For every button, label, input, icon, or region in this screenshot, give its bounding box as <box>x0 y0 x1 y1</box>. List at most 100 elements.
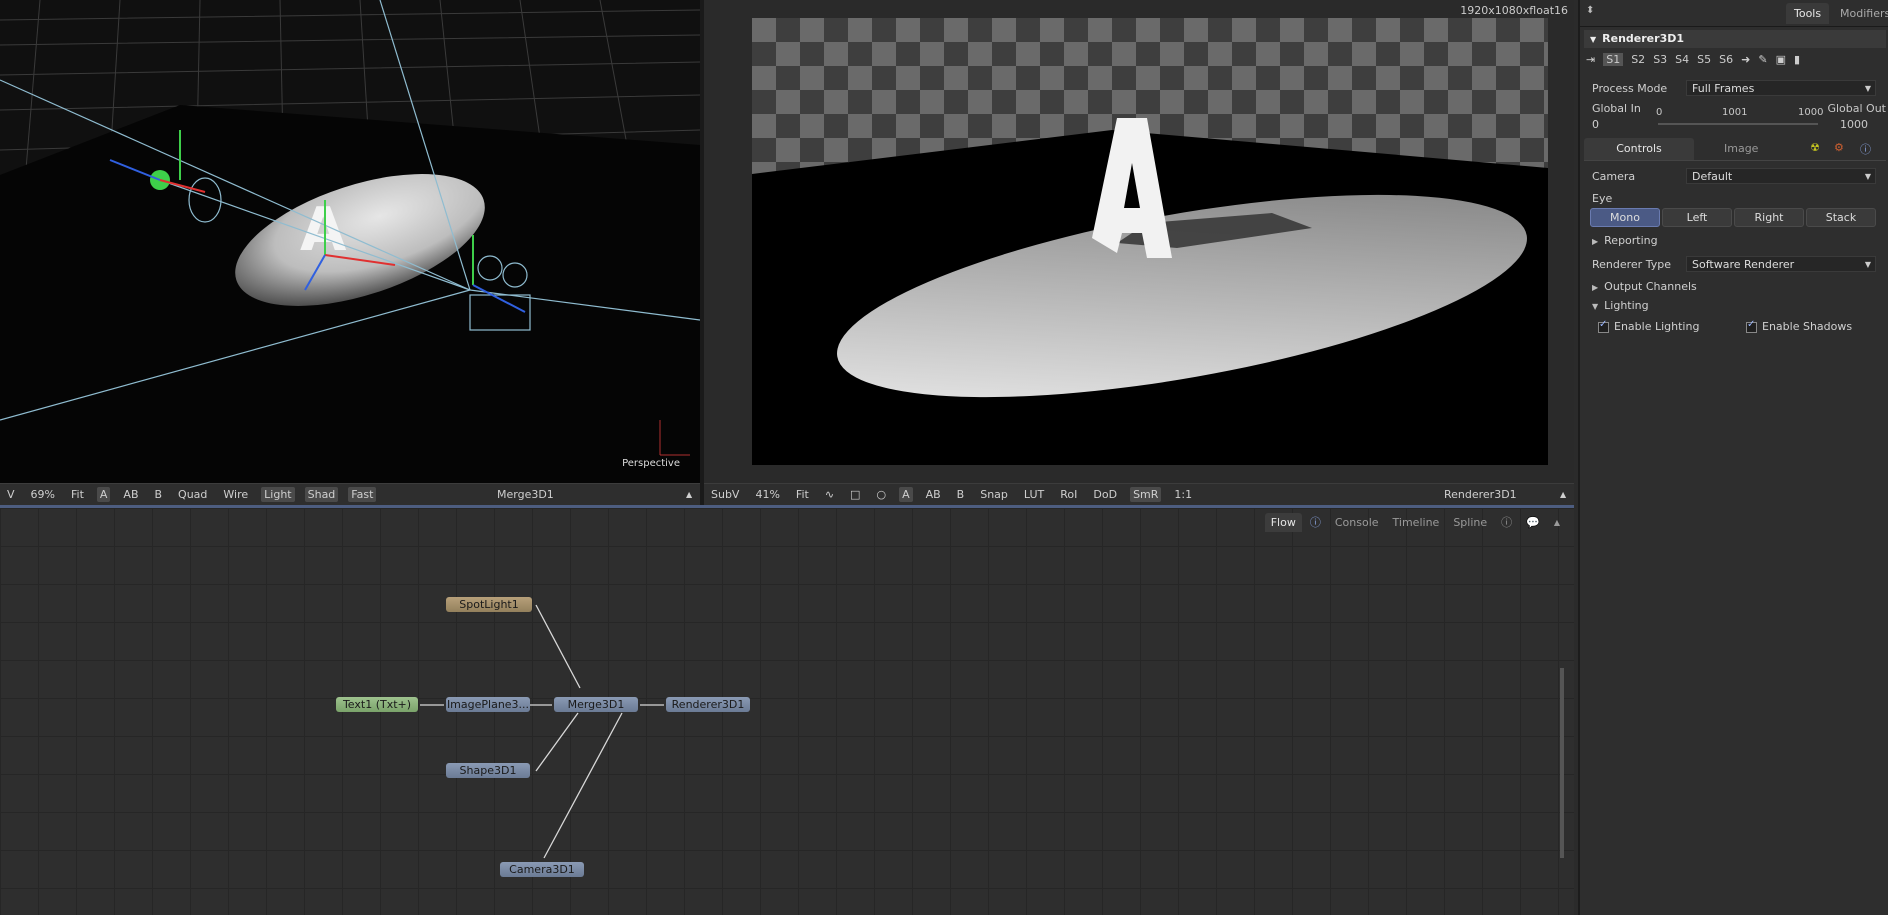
eye-left-button[interactable]: Left <box>1662 208 1732 227</box>
camera-label: Camera <box>1592 170 1636 183</box>
color-icon[interactable]: ▮ <box>1794 53 1800 66</box>
viewer-perspective[interactable]: A Perspective <box>0 0 700 483</box>
global-out-label: Global Out <box>1827 102 1886 115</box>
picker-icon[interactable]: ✎ <box>1758 53 1767 66</box>
pin-icon[interactable]: ⇥ <box>1586 53 1595 66</box>
range-start: 0 <box>1656 107 1663 118</box>
viewer-right-toolbar: SubV 41% Fit ∿ □ ○ A AB B Snap LUT RoI D… <box>704 483 1574 505</box>
quad-button[interactable]: Quad <box>175 487 210 502</box>
eye-right-button[interactable]: Right <box>1734 208 1804 227</box>
buffer-ab-button[interactable]: AB <box>120 487 141 502</box>
rectangle-tool-icon[interactable]: □ <box>847 487 863 502</box>
inspector-panel: ⬍ Tools Modifiers ▼ Renderer3D1 ⇥ S1 S2 S… <box>1578 0 1888 915</box>
viewer-divider[interactable] <box>700 0 704 506</box>
slot-s4[interactable]: S4 <box>1675 53 1689 66</box>
subview-menu[interactable]: V <box>4 487 18 502</box>
checkbox-icon <box>1746 319 1757 333</box>
reporting-label: Reporting <box>1604 234 1658 247</box>
slot-s5[interactable]: S5 <box>1697 53 1711 66</box>
buffer-ab-button[interactable]: AB <box>923 487 944 502</box>
snap-button[interactable]: Snap <box>977 487 1011 502</box>
lighting-label: Lighting <box>1604 299 1649 312</box>
enable-shadows-checkbox[interactable]: Enable Shadows <box>1746 319 1853 333</box>
node-imageplane[interactable]: ImagePlane3... <box>446 697 530 712</box>
output-channels-section[interactable]: ▶ Output Channels <box>1592 280 1697 293</box>
checkbox-icon <box>1598 319 1609 333</box>
flow-scrollbar[interactable] <box>1560 668 1564 858</box>
zoom-level[interactable]: 41% <box>752 487 782 502</box>
viewer-render[interactable]: 1920x1080xfloat16 <box>704 0 1574 483</box>
global-out-value[interactable]: 1000 <box>1840 118 1868 131</box>
tab-controls[interactable]: Controls <box>1584 138 1694 160</box>
node-shape3d[interactable]: Shape3D1 <box>446 763 530 778</box>
flow-connections <box>420 604 664 859</box>
node-spotlight[interactable]: SpotLight1 <box>446 597 532 612</box>
curve-icon[interactable]: ∿ <box>822 487 837 502</box>
tab-modifiers[interactable]: Modifiers <box>1832 3 1888 24</box>
buffer-b-button[interactable]: B <box>152 487 166 502</box>
enable-lighting-checkbox[interactable]: Enable Lighting <box>1598 319 1700 333</box>
panel-scroll-icon[interactable]: ⬍ <box>1586 5 1594 16</box>
svg-text:A: A <box>300 195 347 265</box>
viewer-right-menu-icon[interactable]: ▲ <box>1560 490 1566 499</box>
circle-tool-icon[interactable]: ○ <box>873 487 889 502</box>
settings-icon[interactable]: ⚙ <box>1834 141 1844 154</box>
shad-button[interactable]: Shad <box>304 487 339 502</box>
node-renderer3d[interactable]: Renderer3D1 <box>666 697 750 712</box>
eye-stack-button[interactable]: Stack <box>1806 208 1876 227</box>
renderer-type-dropdown[interactable]: Software Renderer <box>1686 256 1876 273</box>
wire-button[interactable]: Wire <box>220 487 251 502</box>
global-in-value[interactable]: 0 <box>1592 118 1599 131</box>
viewer-left-title: Merge3D1 <box>497 488 554 501</box>
collapse-tool-icon[interactable]: ▼ <box>1590 35 1596 44</box>
eye-label: Eye <box>1592 192 1613 205</box>
tab-image[interactable]: Image <box>1724 138 1758 160</box>
lut-button[interactable]: LUT <box>1021 487 1047 502</box>
range-mid: 1001 <box>1722 107 1748 118</box>
flow-view[interactable]: Flow ⓘ Console Timeline Spline ⓘ 💬 ▲ Spo… <box>0 508 1574 915</box>
eye-mono-button[interactable]: Mono <box>1590 208 1660 227</box>
slot-s1[interactable]: S1 <box>1603 53 1624 66</box>
slot-row: ⇥ S1 S2 S3 S4 S5 S6 ➜ ✎ ▣ ▮ <box>1586 53 1800 66</box>
camera-dropdown[interactable]: Default <box>1686 168 1876 185</box>
slot-s6[interactable]: S6 <box>1719 53 1733 66</box>
fit-button[interactable]: Fit <box>68 487 87 502</box>
enable-shadows-label: Enable Shadows <box>1762 320 1853 333</box>
dod-button[interactable]: DoD <box>1090 487 1120 502</box>
buffer-a-button[interactable]: A <box>96 487 111 502</box>
tool-header[interactable]: ▼ Renderer3D1 <box>1584 30 1886 48</box>
subtab-row: Controls Image ☢ ⚙ ⓘ <box>1584 138 1886 161</box>
renderer-type-label: Renderer Type <box>1592 258 1671 271</box>
range-end: 1000 <box>1798 107 1824 118</box>
viewer-left-toolbar: V 69% Fit A AB B Quad Wire Light Shad Fa… <box>0 483 700 505</box>
buffer-a-button[interactable]: A <box>899 487 913 502</box>
node-merge3d[interactable]: Merge3D1 <box>554 697 638 712</box>
smr-button[interactable]: SmR <box>1130 487 1162 502</box>
one-to-one-button[interactable]: 1:1 <box>1171 487 1195 502</box>
save-icon[interactable]: ▣ <box>1776 53 1786 66</box>
process-mode-label: Process Mode <box>1592 82 1668 95</box>
roi-button[interactable]: RoI <box>1057 487 1080 502</box>
slot-s2[interactable]: S2 <box>1631 53 1645 66</box>
fast-button[interactable]: Fast <box>348 487 377 502</box>
info-icon[interactable]: ⓘ <box>1860 141 1871 157</box>
zoom-level[interactable]: 69% <box>28 487 58 502</box>
light-button[interactable]: Light <box>261 487 295 502</box>
radiation-icon[interactable]: ☢ <box>1810 141 1820 154</box>
buffer-b-button[interactable]: B <box>954 487 968 502</box>
process-mode-dropdown[interactable]: Full Frames <box>1686 80 1876 97</box>
subview-menu[interactable]: SubV <box>708 487 742 502</box>
viewer-left-menu-icon[interactable]: ▲ <box>686 490 692 499</box>
reporting-section[interactable]: ▶ Reporting <box>1592 234 1658 247</box>
tab-tools[interactable]: Tools <box>1786 3 1830 24</box>
fit-button[interactable]: Fit <box>793 487 812 502</box>
tool-name: Renderer3D1 <box>1602 32 1685 45</box>
range-slider[interactable] <box>1658 123 1818 125</box>
node-text[interactable]: Text1 (Txt+) <box>336 697 418 712</box>
enable-lighting-label: Enable Lighting <box>1614 320 1700 333</box>
node-camera3d[interactable]: Camera3D1 <box>500 862 584 877</box>
arrow-icon[interactable]: ➜ <box>1741 53 1750 66</box>
collapse-icon: ▼ <box>1592 302 1599 311</box>
slot-s3[interactable]: S3 <box>1653 53 1667 66</box>
lighting-section[interactable]: ▼ Lighting <box>1592 299 1649 312</box>
